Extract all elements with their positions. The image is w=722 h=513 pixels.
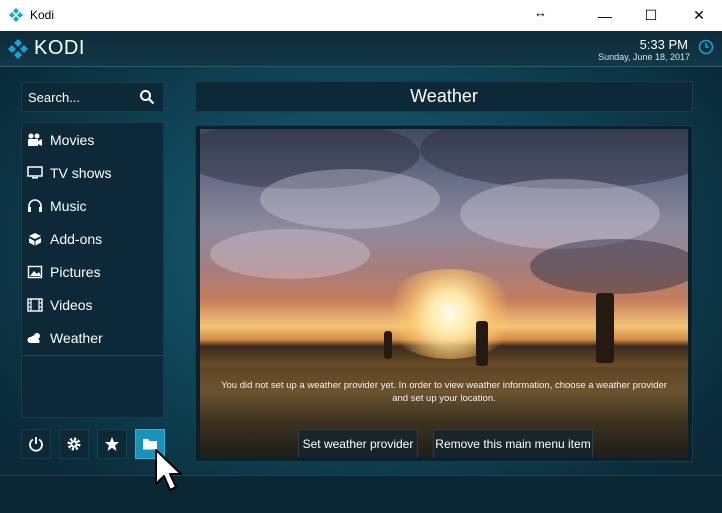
menu-divider: [22, 355, 163, 356]
power-icon: [29, 437, 43, 452]
favourites-button[interactable]: [97, 429, 127, 459]
search-icon: [140, 90, 155, 105]
film-icon: [26, 296, 44, 314]
menu-item-pictures[interactable]: Pictures: [22, 255, 163, 288]
no-provider-message: You did not set up a weather provider ye…: [221, 380, 667, 404]
tv-icon: [26, 164, 44, 182]
set-weather-provider-button[interactable]: Set weather provider: [298, 429, 418, 458]
search-box[interactable]: Search...: [21, 82, 164, 112]
window-titlebar: Kodi ↔ — ☐ ✕: [0, 0, 722, 32]
footer-bar: [0, 475, 722, 513]
window-title: Kodi: [30, 8, 55, 22]
page-title-bar: Weather: [195, 81, 693, 112]
menu-item-videos[interactable]: Videos: [22, 288, 163, 321]
clock-date: Sunday, June 18, 2017: [598, 52, 690, 62]
menu-item-label: Add-ons: [50, 230, 103, 247]
box-icon: [26, 230, 44, 248]
menu-item-label: Weather: [50, 329, 103, 346]
menu-item-label: TV shows: [50, 164, 112, 181]
weather-fanart-image: You did not set up a weather provider ye…: [200, 129, 688, 458]
weather-icon: [26, 329, 44, 347]
menu-item-music[interactable]: Music: [22, 189, 163, 222]
menu-item-label: Movies: [50, 131, 95, 148]
menu-item-movies[interactable]: Movies: [22, 123, 163, 156]
page-title: Weather: [410, 86, 478, 106]
remove-menu-item-button[interactable]: Remove this main menu item: [433, 429, 593, 458]
mouse-cursor-icon: [155, 449, 182, 491]
maximize-button[interactable]: ☐: [628, 0, 674, 31]
kodi-logo-icon: [8, 38, 28, 59]
search-label: Search...: [28, 90, 81, 105]
gear-icon: [67, 437, 81, 451]
kodi-app: KODI 5:33 PM Sunday, June 18, 2017 Searc…: [0, 31, 722, 513]
menu-item-add-ons[interactable]: Add-ons: [22, 222, 163, 255]
main-menu: Movies TV shows Music Add-ons Pictures V…: [21, 122, 164, 418]
power-button[interactable]: [21, 429, 51, 459]
headphones-icon: [26, 197, 44, 215]
logo-text: KODI: [34, 37, 85, 59]
picture-icon: [26, 263, 44, 281]
movie-camera-icon: [26, 131, 44, 149]
star-icon: [105, 437, 119, 451]
menu-item-label: Pictures: [50, 263, 101, 280]
close-button[interactable]: ✕: [676, 0, 722, 31]
minimize-button[interactable]: —: [582, 0, 628, 31]
kodi-logo[interactable]: KODI: [8, 37, 85, 60]
kodi-app-icon: [9, 8, 23, 22]
top-bar: KODI 5:33 PM Sunday, June 18, 2017: [0, 31, 722, 67]
clock-icon: [698, 39, 714, 55]
content-panel: You did not set up a weather provider ye…: [195, 125, 693, 462]
settings-button[interactable]: [59, 429, 89, 459]
resize-icon[interactable]: ↔: [534, 5, 547, 20]
menu-item-tv-shows[interactable]: TV shows: [22, 156, 163, 189]
menu-item-weather[interactable]: Weather: [22, 321, 163, 354]
menu-item-label: Music: [50, 197, 87, 214]
menu-item-label: Videos: [50, 296, 93, 313]
clock-time: 5:33 PM: [639, 37, 688, 52]
